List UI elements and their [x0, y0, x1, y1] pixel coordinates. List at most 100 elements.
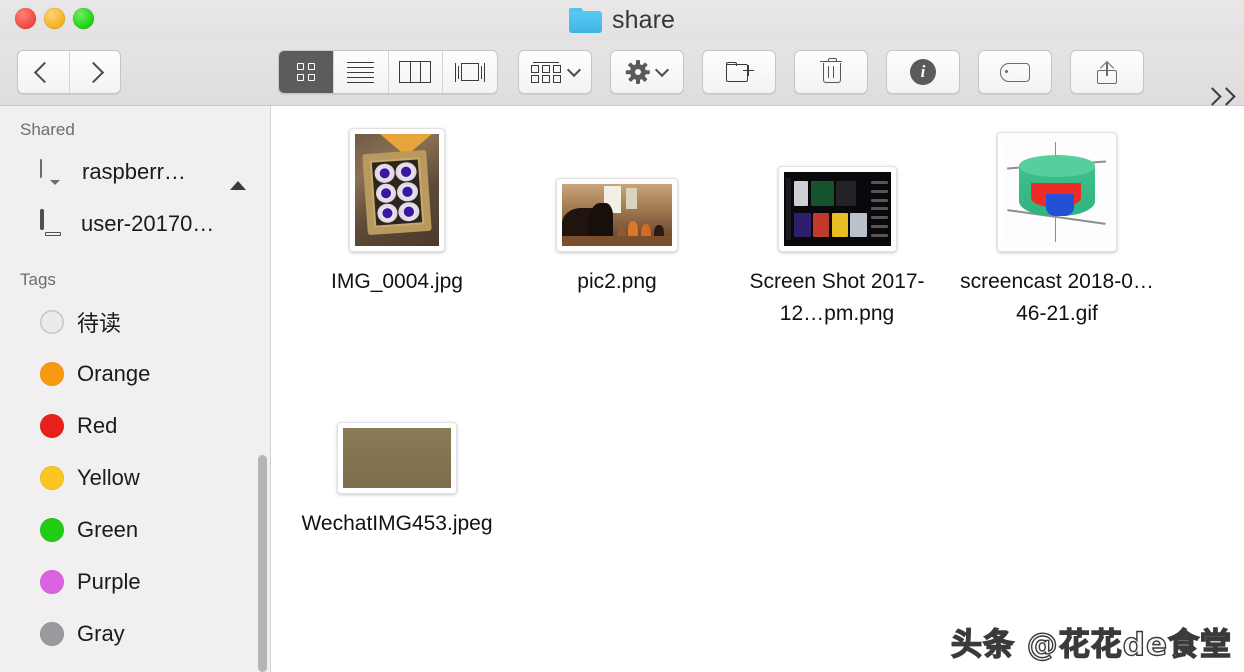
tag-color-dot-icon [40, 570, 64, 594]
blue-folder-icon [568, 7, 602, 33]
file-name-label: screencast 2018-0…46-21.gif [960, 270, 1154, 325]
trash-icon [820, 58, 842, 83]
screenshot-dark-media-app [783, 172, 891, 246]
sidebar-scrollbar[interactable] [257, 106, 267, 672]
sidebar-item-label: Green [77, 517, 139, 542]
tag-color-dot-icon [40, 518, 64, 542]
file-name-label: IMG_0004.jpg [331, 270, 463, 293]
sidebar-scrollbar-thumb[interactable] [258, 455, 267, 672]
window-title: share [0, 0, 1244, 40]
share-button[interactable] [1070, 50, 1144, 94]
sidebar-item-label: Yellow [77, 465, 140, 490]
sidebar-item-tag-gray[interactable]: Gray [0, 608, 270, 660]
photo-box-of-cupcakes [355, 134, 439, 246]
close-button[interactable] [15, 8, 36, 29]
sidebar-section-header-shared: Shared [20, 120, 75, 139]
icon-view-button[interactable] [279, 51, 333, 93]
toolbar: i [0, 40, 1244, 106]
window-title-text: share [611, 5, 676, 34]
forward-button[interactable] [68, 51, 121, 93]
sidebar-item-label: user-20170… [81, 211, 215, 236]
sidebar: Shared raspberr… user-20170… Tags 待读 Ora… [0, 106, 271, 672]
columns-icon [399, 61, 432, 83]
sidebar-item-user-2017[interactable]: user-20170… [0, 198, 270, 250]
eject-icon[interactable] [230, 164, 246, 190]
arrange-by-button[interactable] [518, 50, 592, 94]
action-menu-button[interactable] [610, 50, 684, 94]
file-name-label: WechatIMG453.jpeg [301, 512, 493, 535]
sidebar-item-label: Orange [77, 361, 151, 386]
gallery-view-button[interactable] [442, 51, 497, 93]
sidebar-item-label: raspberr… [82, 159, 186, 184]
tag-color-dot-icon [40, 466, 64, 490]
sidebar-item-tag-red[interactable]: Red [0, 400, 270, 452]
chevron-right-icon [82, 61, 104, 83]
file-thumbnail [997, 132, 1117, 252]
chevron-down-icon [654, 62, 670, 78]
file-thumbnail-wrap [947, 112, 1167, 252]
tag-color-dot-icon [40, 622, 64, 646]
file-thumbnail-wrap [287, 354, 507, 494]
sidebar-item-tag-orange[interactable]: Orange [0, 348, 270, 400]
navigation-button-group [17, 50, 121, 94]
file-thumbnail [337, 422, 457, 494]
info-icon: i [910, 59, 936, 85]
photo-plaque-with-text [343, 428, 451, 488]
minimize-button[interactable] [44, 8, 65, 29]
column-view-button[interactable] [387, 51, 443, 93]
sidebar-item-tag-green[interactable]: Green [0, 504, 270, 556]
file-thumbnail [777, 166, 897, 252]
maximize-button[interactable] [73, 8, 94, 29]
file-item[interactable]: Screen Shot 2017-12…pm.png [727, 112, 947, 329]
sidebar-item-tag-daidu[interactable]: 待读 [0, 296, 270, 348]
new-folder-icon [726, 62, 754, 82]
arrange-grid-icon [531, 61, 561, 83]
file-thumbnail [556, 178, 678, 252]
tag-color-dot-icon [40, 362, 64, 386]
list-icon [347, 61, 375, 83]
chevron-left-icon [34, 61, 56, 83]
file-name-label: pic2.png [577, 270, 657, 293]
delete-button[interactable] [794, 50, 868, 94]
tag-icon [1000, 62, 1030, 82]
file-item[interactable]: pic2.png [507, 112, 727, 298]
chevron-down-icon [566, 62, 582, 78]
gallery-icon [455, 62, 486, 82]
tag-color-dot-icon [40, 414, 64, 438]
list-view-button[interactable] [332, 51, 388, 93]
sidebar-item-tag-purple[interactable]: Purple [0, 556, 270, 608]
file-item[interactable]: screencast 2018-0…46-21.gif [947, 112, 1167, 329]
file-name-label: Screen Shot 2017-12…pm.png [749, 270, 925, 325]
gear-icon [625, 60, 650, 84]
finder-window: share i Shared raspberr… user-20170… Tag… [0, 0, 1244, 672]
file-thumbnail [349, 128, 445, 252]
grid-icon [296, 63, 315, 81]
new-folder-button[interactable] [702, 50, 776, 94]
file-item[interactable]: IMG_0004.jpg [287, 112, 507, 298]
file-thumbnail-wrap [507, 112, 727, 252]
sidebar-item-tag-yellow[interactable]: Yellow [0, 452, 270, 504]
file-item[interactable]: WechatIMG453.jpeg [287, 354, 507, 540]
sidebar-item-label: Red [77, 413, 118, 438]
view-mode-button-group [278, 50, 498, 94]
photo-people-in-room [562, 184, 672, 246]
traffic-light-group [15, 8, 94, 29]
get-info-button[interactable]: i [886, 50, 960, 94]
title-bar: share [0, 0, 1244, 41]
toolbar-overflow-button[interactable] [1203, 87, 1236, 106]
file-grid-pane[interactable]: IMG_0004.jpg pic2.png Screen Shot 2017-1… [271, 106, 1244, 672]
display-icon [40, 159, 69, 185]
3d-cylinder-plot [1003, 138, 1111, 246]
sidebar-item-label: 待读 [77, 311, 122, 336]
back-button[interactable] [18, 51, 69, 93]
watermark-text: 头条 @花花de食堂 [950, 626, 1232, 663]
sidebar-item-raspberry[interactable]: raspberr… [0, 146, 270, 198]
share-icon [1097, 60, 1117, 84]
computer-icon [40, 209, 68, 237]
sidebar-item-label: Gray [77, 621, 125, 646]
sidebar-section-header-tags: Tags [20, 270, 56, 289]
sidebar-item-label: Purple [77, 569, 141, 594]
tag-color-dot-icon [40, 310, 64, 334]
edit-tags-button[interactable] [978, 50, 1052, 94]
file-thumbnail-wrap [727, 112, 947, 252]
